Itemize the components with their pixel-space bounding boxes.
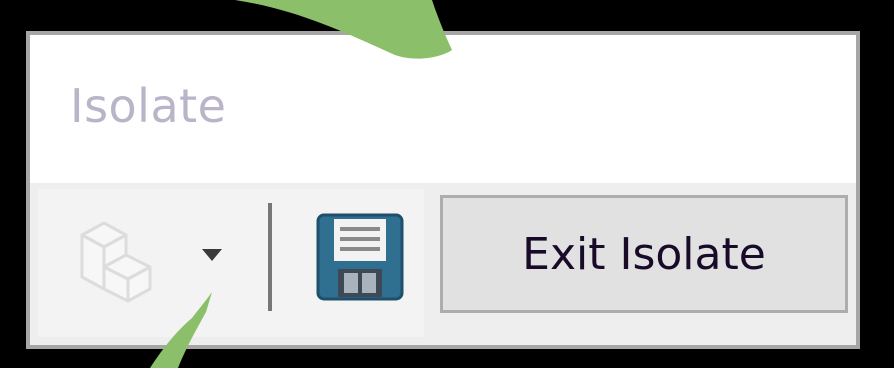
screenshot-stage: Isolate Exit Isolate — [0, 0, 894, 368]
floppy-disk-icon[interactable] — [314, 211, 406, 303]
exit-isolate-button[interactable]: Exit Isolate — [440, 195, 848, 313]
toolbar-separator — [268, 203, 272, 311]
title-area: Isolate — [30, 35, 856, 183]
isolate-panel: Isolate Exit Isolate — [26, 31, 860, 349]
display-style-group — [38, 189, 424, 337]
chevron-down-icon[interactable] — [200, 245, 224, 265]
isolate-toolbar: Exit Isolate — [30, 183, 856, 345]
panel-title: Isolate — [70, 79, 227, 133]
box-icon[interactable] — [68, 209, 164, 305]
